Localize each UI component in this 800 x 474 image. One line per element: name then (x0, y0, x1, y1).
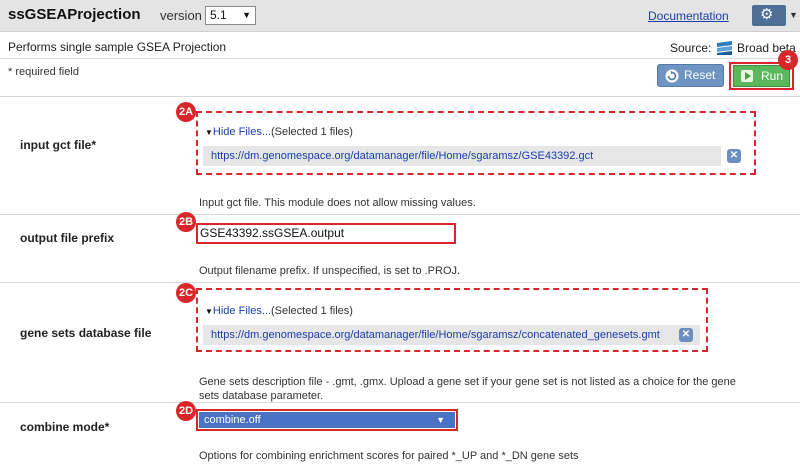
chevron-down-icon: ▼ (436, 415, 445, 425)
combine-mode-select[interactable]: combine.off ▼ (199, 412, 455, 428)
callout-run: 3 (778, 50, 798, 70)
module-name: ssGSEAProjection (8, 6, 141, 23)
output-prefix-input[interactable]: GSE43392.ssGSEA.output (200, 226, 344, 240)
hide-files-link: Hide Files... (212, 305, 271, 317)
input-gct-help: Input gct file. This module does not all… (199, 197, 476, 209)
combine-mode-help: Options for combining enrichment scores … (199, 450, 579, 462)
output-prefix-help: Output filename prefix. If unspecified, … (199, 265, 461, 277)
version-select[interactable]: 5.1 ▼ (205, 6, 256, 25)
version-label: version (160, 8, 202, 23)
section-divider (0, 402, 800, 403)
documentation-link[interactable]: Documentation (648, 9, 729, 23)
gear-icon: ⚙ (760, 6, 774, 23)
version-value: 5.1 (210, 8, 227, 22)
module-source: Source: Broad beta (670, 40, 796, 55)
broad-logo-icon (716, 40, 732, 55)
input-gct-hide-files-toggle[interactable]: ▼Hide Files...(Selected 1 files) (205, 126, 353, 138)
required-field-note: * required field (8, 66, 79, 78)
selected-files-count: (Selected 1 files) (271, 305, 353, 317)
section-divider (0, 96, 800, 97)
output-prefix-label: output file prefix (20, 231, 114, 245)
input-gct-file-url[interactable]: https://dm.genomespace.org/datamanager/f… (203, 146, 721, 166)
combine-mode-value: combine.off (204, 414, 261, 426)
source-label: Source: (670, 41, 712, 55)
gene-sets-label: gene sets database file (20, 326, 152, 340)
settings-menu-button[interactable]: ⚙ ▼ (752, 5, 798, 26)
module-description: Performs single sample GSEA Projection (8, 40, 227, 54)
section-divider (0, 214, 800, 215)
gene-sets-file-url[interactable]: https://dm.genomespace.org/datamanager/f… (203, 325, 700, 345)
reset-button[interactable]: Reset (657, 64, 724, 87)
input-gct-label: input gct file* (20, 138, 96, 152)
callout-input-gct: 2A (176, 102, 196, 122)
play-icon (741, 70, 753, 82)
triangle-down-icon: ▼ (205, 307, 213, 316)
module-header: ssGSEAProjection version 5.1 ▼ Documenta… (0, 0, 800, 32)
reset-label: Reset (684, 68, 716, 82)
gene-sets-hide-files-toggle[interactable]: ▼Hide Files...(Selected 1 files) (205, 305, 353, 317)
selected-files-count: (Selected 1 files) (271, 126, 353, 138)
run-label: Run (761, 69, 784, 83)
combine-mode-label: combine mode* (20, 420, 110, 434)
remove-file-icon[interactable]: ✕ (727, 149, 741, 163)
callout-gene-sets: 2C (176, 283, 196, 303)
remove-file-icon[interactable]: ✕ (679, 328, 693, 342)
callout-combine-mode: 2D (176, 401, 196, 421)
chevron-down-icon: ▼ (789, 10, 798, 20)
section-divider (0, 282, 800, 283)
gene-sets-help: Gene sets description file - .gmt, .gmx.… (199, 376, 736, 402)
reset-icon (665, 69, 679, 83)
hide-files-link: Hide Files... (212, 126, 271, 138)
triangle-down-icon: ▼ (205, 128, 213, 137)
header-divider (0, 58, 800, 59)
chevron-down-icon: ▼ (242, 10, 251, 20)
callout-output-prefix: 2B (176, 212, 196, 232)
